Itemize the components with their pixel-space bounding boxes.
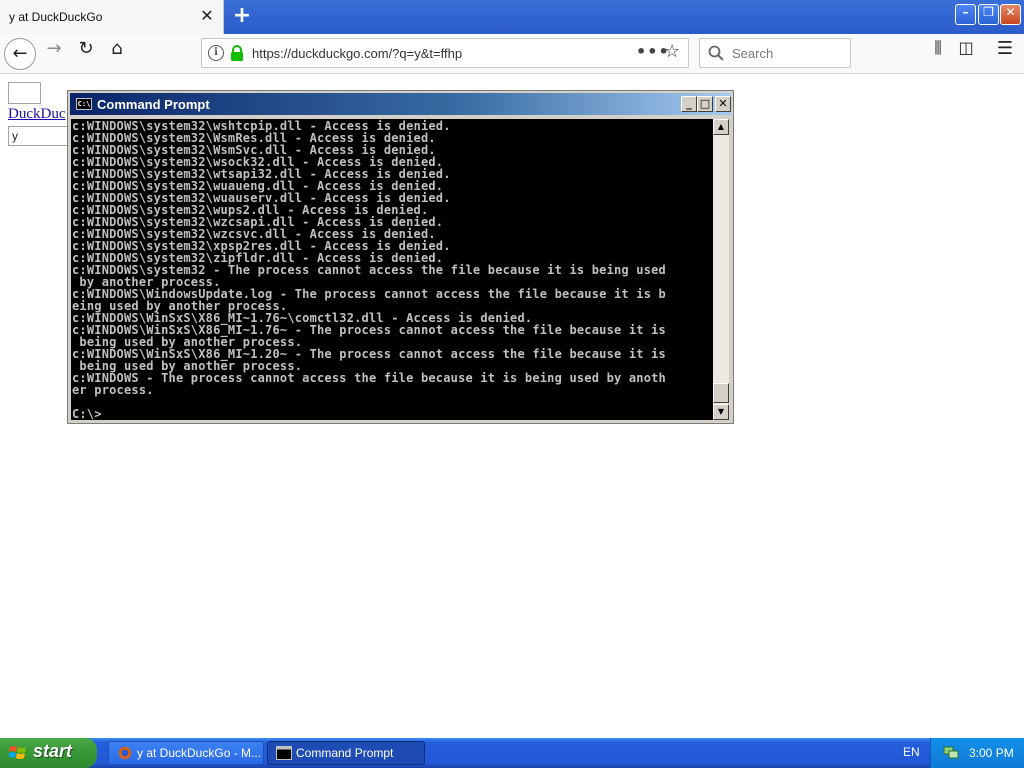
scroll-up-icon[interactable]: ▲ [713, 119, 729, 135]
firefox-icon [118, 746, 132, 760]
home-button[interactable]: ⌂ [101, 38, 133, 70]
lock-icon [231, 45, 243, 61]
taskbar-item-command-prompt[interactable]: Command Prompt [267, 741, 425, 765]
window-minimize-button[interactable]: – [955, 4, 976, 25]
window-close-button[interactable]: ✕ [1000, 4, 1021, 25]
scrollbar-thumb[interactable] [713, 383, 729, 403]
hamburger-menu-icon[interactable]: ☰ [989, 38, 1021, 70]
system-tray: 3:00 PM [930, 738, 1024, 768]
vertical-scrollbar[interactable]: ▲ ▼ [713, 119, 729, 420]
clock: 3:00 PM [969, 746, 1014, 760]
command-prompt-icon [276, 746, 292, 760]
taskbar-item-label: Command Prompt [296, 746, 394, 760]
new-tab-button[interactable]: + [230, 4, 254, 28]
console-output[interactable]: c:WINDOWS\system32\wshtcpip.dll - Access… [71, 119, 713, 420]
start-button[interactable]: start [0, 738, 97, 768]
command-prompt-titlebar[interactable]: C:\ Command Prompt _ □ ✕ [70, 93, 731, 115]
taskbar-item-label: y at DuckDuckGo - M... [137, 746, 262, 760]
start-label: start [33, 741, 73, 761]
scroll-down-icon[interactable]: ▼ [713, 404, 729, 420]
network-icon[interactable] [943, 744, 959, 760]
back-button[interactable]: ← [4, 38, 36, 70]
browser-toolbar: ← → ↻ ⌂ i https://duckduckgo.com/?q=y&t=… [0, 34, 1024, 74]
tab-close-icon[interactable]: ✕ [198, 7, 216, 25]
reload-button[interactable]: ↻ [70, 38, 102, 70]
search-icon [708, 45, 724, 61]
query-field[interactable]: y [8, 126, 68, 146]
tab-title: y at DuckDuckGo [9, 10, 103, 24]
forward-button[interactable]: → [38, 38, 70, 70]
cmd-minimize-button[interactable]: _ [681, 96, 697, 112]
search-placeholder: Search [732, 46, 774, 61]
page-search-input[interactable] [8, 82, 41, 104]
language-indicator[interactable]: EN [903, 745, 920, 759]
cmd-maximize-button[interactable]: □ [697, 96, 713, 112]
command-prompt-window: C:\ Command Prompt _ □ ✕ c:WINDOWS\syste… [67, 90, 734, 424]
sidebar-icon[interactable]: ◫ [950, 38, 982, 70]
cmd-close-button[interactable]: ✕ [715, 96, 731, 112]
console-text: c:WINDOWS\system32\wshtcpip.dll - Access… [72, 119, 666, 420]
bookmark-star-icon[interactable]: ☆ [664, 41, 680, 62]
browser-tab-strip: y at DuckDuckGo ✕ + – ❐ ✕ [0, 0, 1024, 34]
duckduckgo-link[interactable]: DuckDuc [8, 106, 65, 123]
command-prompt-icon[interactable]: C:\ [76, 98, 92, 110]
info-icon[interactable]: i [208, 45, 224, 61]
window-restore-button[interactable]: ❐ [978, 4, 999, 25]
windows-logo-icon [9, 746, 26, 759]
window-title: Command Prompt [97, 97, 210, 112]
url-text: https://duckduckgo.com/?q=y&t=ffhp [252, 46, 463, 61]
taskbar-item-browser[interactable]: y at DuckDuckGo - M... [108, 741, 264, 765]
url-bar[interactable]: i https://duckduckgo.com/?q=y&t=ffhp •••… [201, 38, 689, 68]
taskbar: start y at DuckDuckGo - M... Command Pro… [0, 738, 1024, 768]
tab-duckduckgo[interactable]: y at DuckDuckGo ✕ [0, 0, 224, 34]
search-box[interactable]: Search [699, 38, 851, 68]
